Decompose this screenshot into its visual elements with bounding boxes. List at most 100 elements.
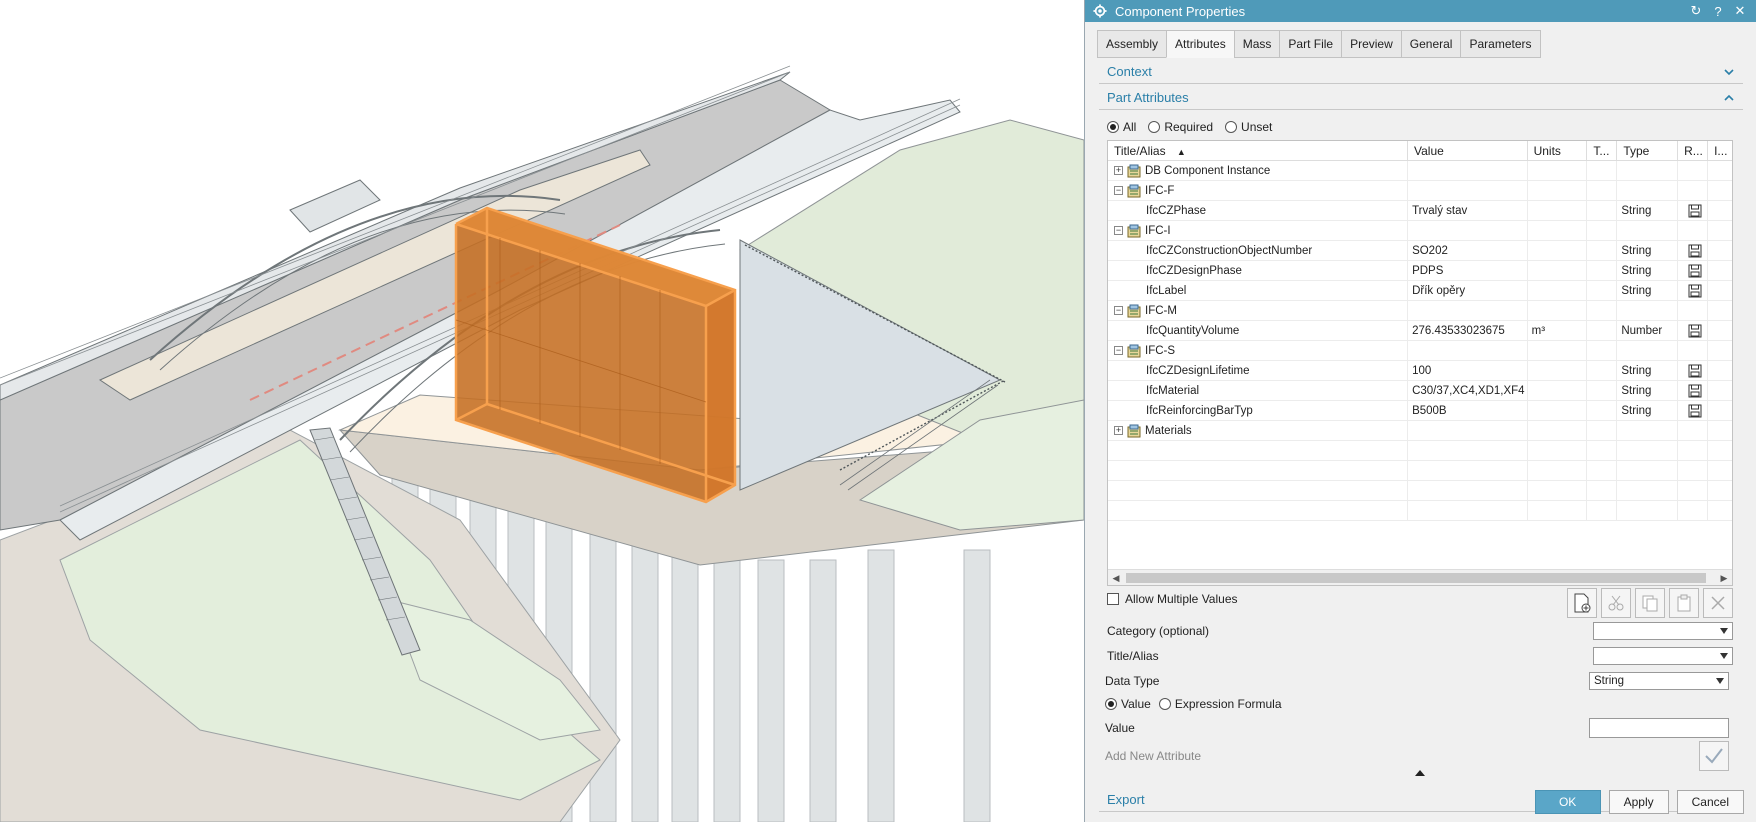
table-row[interactable]: IfcMaterial C30/37,XC4,XD1,XF4 String: [1108, 381, 1732, 401]
table-group-row[interactable]: + DB Component Instance: [1108, 161, 1732, 181]
scrollbar-thumb[interactable]: [1126, 573, 1706, 583]
reset-icon[interactable]: ↻: [1688, 3, 1704, 19]
attribute-group-icon: [1127, 164, 1141, 177]
allow-multiple-values-checkbox[interactable]: [1107, 593, 1119, 605]
save-icon: [1688, 324, 1702, 338]
empty-cell: [1408, 481, 1528, 500]
col-title-header[interactable]: Title/Alias ▲: [1108, 141, 1408, 160]
tab-attributes[interactable]: Attributes: [1166, 30, 1234, 58]
col-units-header[interactable]: Units: [1528, 141, 1588, 160]
row-units: [1528, 341, 1588, 360]
help-icon[interactable]: ?: [1710, 3, 1726, 19]
new-attribute-button[interactable]: [1567, 588, 1597, 618]
apply-button[interactable]: Apply: [1608, 790, 1669, 814]
collapse-icon[interactable]: −: [1114, 226, 1123, 235]
chevron-down-icon[interactable]: [1723, 66, 1735, 78]
cancel-button[interactable]: Cancel: [1676, 790, 1744, 814]
table-row[interactable]: IfcReinforcingBarTyp B500B String: [1108, 401, 1732, 421]
dropdown-arrow-icon: [1720, 628, 1728, 634]
expand-up-icon[interactable]: [1415, 768, 1425, 776]
copy-button[interactable]: [1635, 588, 1665, 618]
delete-button[interactable]: [1703, 588, 1733, 618]
table-group-row[interactable]: + Materials: [1108, 421, 1732, 441]
empty-cell: [1617, 501, 1679, 520]
close-icon[interactable]: ✕: [1732, 3, 1748, 19]
table-body: + DB Component Instance − IFC-F IfcCZPhase Tr…: [1108, 161, 1732, 521]
empty-cell: [1708, 481, 1732, 500]
filter-unset-radio[interactable]: [1225, 121, 1238, 133]
table-group-row[interactable]: − IFC-S: [1108, 341, 1732, 361]
attributes-table[interactable]: Title/Alias ▲ Value Units T... Type R...…: [1107, 140, 1733, 586]
value-mode-formula[interactable]: Expression Formula: [1158, 697, 1282, 711]
tab-parameters[interactable]: Parameters: [1460, 30, 1541, 58]
col-value-header[interactable]: Value: [1408, 141, 1528, 160]
chevron-up-icon[interactable]: [1723, 92, 1735, 104]
category-row: Category (optional): [1107, 621, 1733, 641]
filter-required[interactable]: Required: [1148, 120, 1213, 134]
collapse-icon[interactable]: −: [1114, 346, 1123, 355]
empty-cell: [1617, 441, 1679, 460]
row-i: [1708, 161, 1732, 180]
expand-icon[interactable]: +: [1114, 166, 1123, 175]
tab-mass[interactable]: Mass: [1233, 30, 1280, 58]
tab-assembly[interactable]: Assembly: [1097, 30, 1167, 58]
empty-cell: [1528, 481, 1588, 500]
horizontal-scrollbar[interactable]: ◀ ▶: [1108, 569, 1732, 585]
row-r: [1678, 421, 1709, 440]
col-r-header[interactable]: R...: [1678, 141, 1709, 160]
collapse-icon[interactable]: −: [1114, 186, 1123, 195]
value-mode-value[interactable]: Value: [1105, 697, 1151, 711]
value-input[interactable]: [1589, 718, 1729, 738]
value-mode-formula-label: Expression Formula: [1174, 697, 1282, 711]
section-part-attributes-label: Part Attributes: [1107, 90, 1189, 105]
value-mode-value-label: Value: [1121, 697, 1151, 711]
tab-general[interactable]: General: [1400, 30, 1461, 58]
row-t: [1587, 381, 1618, 400]
value-mode-value-radio[interactable]: [1105, 698, 1117, 710]
dropdown-arrow-icon: [1720, 653, 1728, 659]
filter-unset[interactable]: Unset: [1225, 120, 1272, 134]
filter-all-radio[interactable]: [1107, 121, 1119, 133]
section-part-attributes[interactable]: Part Attributes: [1099, 86, 1743, 110]
value-mode-formula-radio[interactable]: [1158, 698, 1171, 710]
paste-button[interactable]: [1669, 588, 1699, 618]
table-row[interactable]: IfcQuantityVolume 276.43533023675 m³ Number: [1108, 321, 1732, 341]
value-mode-row: Value Expression Formula: [1105, 694, 1731, 714]
table-group-row[interactable]: − IFC-F: [1108, 181, 1732, 201]
empty-cell: [1617, 481, 1679, 500]
category-dropdown[interactable]: [1593, 622, 1733, 640]
add-attribute-button[interactable]: [1699, 741, 1729, 771]
section-context[interactable]: Context: [1099, 60, 1743, 84]
title-alias-dropdown[interactable]: [1593, 647, 1733, 665]
collapse-icon[interactable]: −: [1114, 306, 1123, 315]
cut-button[interactable]: [1601, 588, 1631, 618]
col-i-header[interactable]: I...: [1708, 141, 1732, 160]
ok-button[interactable]: OK: [1534, 790, 1601, 814]
data-type-value: String: [1594, 675, 1625, 687]
col-t-header[interactable]: T...: [1587, 141, 1618, 160]
table-row[interactable]: IfcLabel Dřík opěry String: [1108, 281, 1732, 301]
row-t: [1587, 241, 1618, 260]
table-group-row[interactable]: − IFC-M: [1108, 301, 1732, 321]
table-row[interactable]: IfcCZConstructionObjectNumber SO202 String: [1108, 241, 1732, 261]
tab-part-file[interactable]: Part File: [1279, 30, 1342, 58]
tab-preview[interactable]: Preview: [1341, 30, 1401, 58]
table-group-row[interactable]: − IFC-I: [1108, 221, 1732, 241]
row-units: [1528, 361, 1588, 380]
table-row[interactable]: IfcCZPhase Trvalý stav String: [1108, 201, 1732, 221]
row-type: [1617, 341, 1679, 360]
expand-icon[interactable]: +: [1114, 426, 1123, 435]
col-type-header[interactable]: Type: [1617, 141, 1679, 160]
filter-all[interactable]: All: [1107, 120, 1136, 134]
row-type: [1617, 161, 1679, 180]
copy-icon: [1642, 595, 1658, 612]
bridge-model-view[interactable]: [0, 0, 1084, 822]
table-row[interactable]: IfcCZDesignPhase PDPS String: [1108, 261, 1732, 281]
allow-multiple-values[interactable]: Allow Multiple Values: [1107, 592, 1238, 606]
scroll-left-icon[interactable]: ◀: [1108, 570, 1124, 585]
data-type-dropdown[interactable]: String: [1589, 672, 1729, 690]
scroll-right-icon[interactable]: ▶: [1716, 570, 1732, 585]
table-row[interactable]: IfcCZDesignLifetime 100 String: [1108, 361, 1732, 381]
filter-required-radio[interactable]: [1148, 121, 1161, 133]
graphics-viewport[interactable]: [0, 0, 1084, 822]
